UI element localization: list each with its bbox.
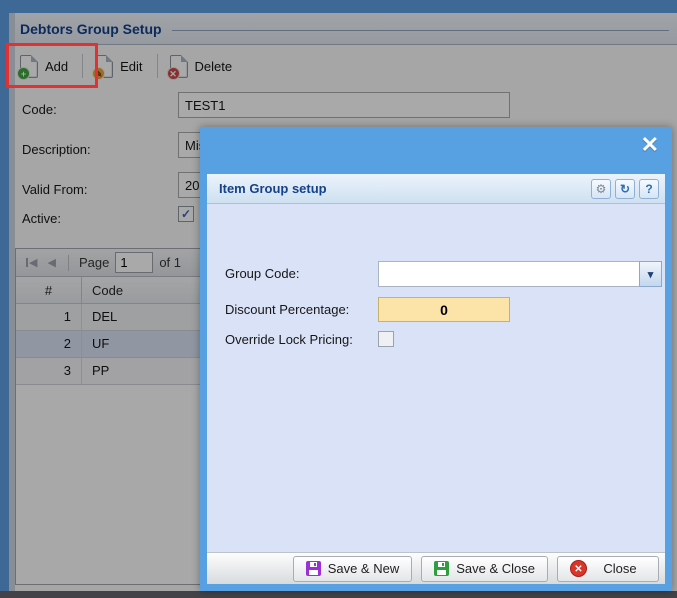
override-lock-pricing-checkbox[interactable] (378, 331, 394, 347)
refresh-icon: ↻ (619, 181, 631, 196)
close-icon[interactable]: ✕ (641, 134, 659, 156)
dialog-inner-panel: Item Group setup ⚙ ↻ ? Group Code: ▾ Dis… (207, 174, 665, 584)
save-and-new-label: Save & New (327, 561, 400, 576)
dialog-footer: Save & New Save & Close ✕ Close (207, 552, 665, 584)
group-code-input[interactable] (378, 261, 639, 287)
add-button-highlight (6, 43, 98, 88)
gear-icon: ⚙ (595, 181, 607, 196)
help-icon: ? (645, 181, 653, 196)
combo-dropdown-button[interactable]: ▾ (639, 261, 662, 287)
floppy-label (437, 570, 447, 575)
help-button[interactable]: ? (639, 178, 659, 199)
floppy-slot (442, 563, 445, 566)
page-root: Debtors Group Setup + Add ✎ Edit ✕ Delet… (0, 0, 677, 598)
group-code-label: Group Code: (225, 266, 300, 281)
save-and-new-button[interactable]: Save & New (292, 555, 413, 582)
group-code-combobox: ▾ (378, 261, 662, 287)
dialog-header: Item Group setup ⚙ ↻ ? (207, 174, 665, 204)
close-button[interactable]: ✕ Close (557, 555, 659, 582)
override-lock-pricing-label: Override Lock Pricing: (225, 332, 353, 347)
save-close-floppy-icon (434, 561, 450, 576)
floppy-label (308, 570, 318, 575)
chevron-down-icon: ▾ (647, 268, 654, 281)
settings-button[interactable]: ⚙ (591, 178, 611, 199)
item-group-setup-dialog: ✕ Item Group setup ⚙ ↻ ? Group Code: ▾ D… (200, 127, 672, 591)
close-button-label: Close (603, 561, 637, 576)
refresh-button[interactable]: ↻ (615, 178, 635, 199)
discount-percentage-label: Discount Percentage: (225, 302, 350, 317)
dialog-title: Item Group setup (219, 181, 327, 196)
dialog-body: Group Code: ▾ Discount Percentage: Overr… (207, 204, 665, 552)
save-and-close-label: Save & Close (456, 561, 535, 576)
close-x-icon: ✕ (570, 560, 587, 577)
floppy-slot (313, 563, 316, 566)
save-and-close-button[interactable]: Save & Close (421, 555, 548, 582)
save-new-floppy-icon (305, 561, 321, 576)
discount-percentage-input[interactable] (378, 297, 510, 322)
